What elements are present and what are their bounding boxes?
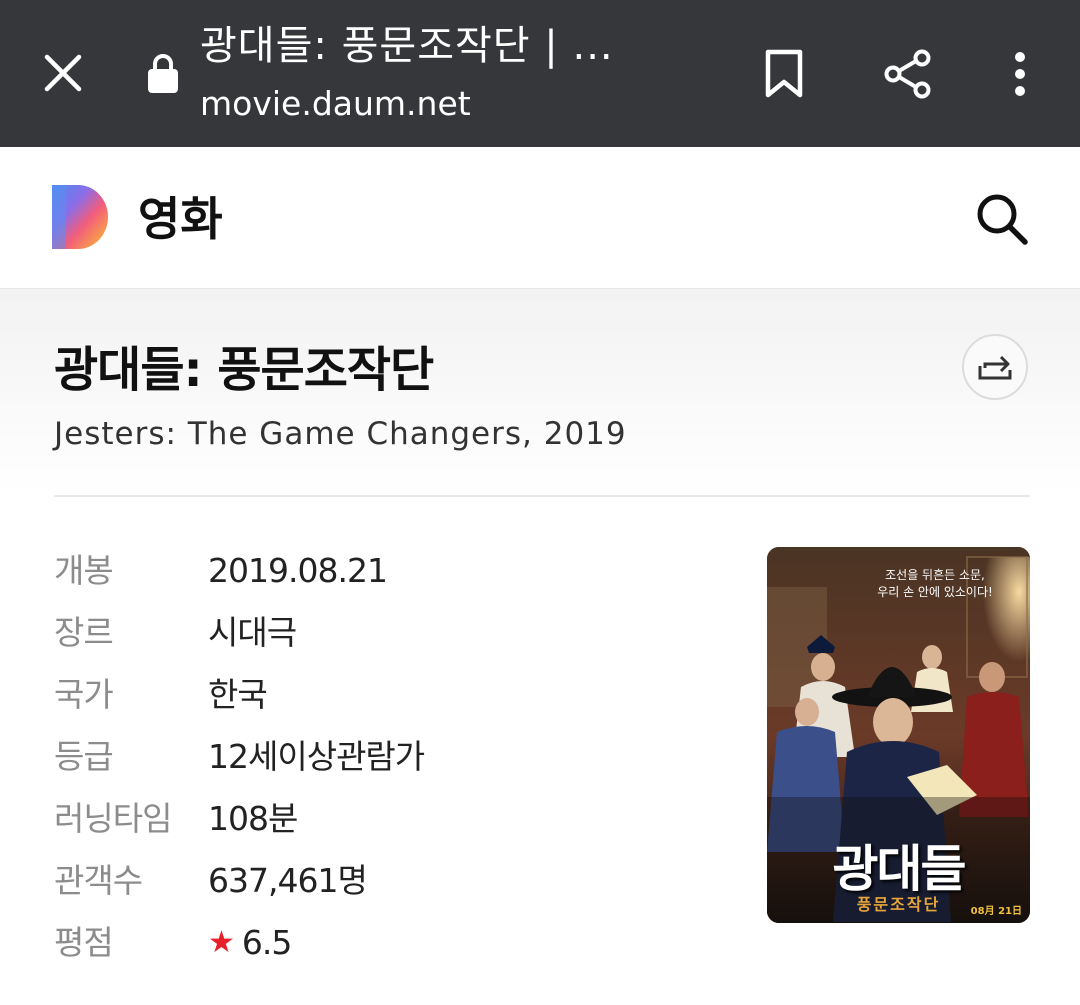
info-label: 러닝타임 [54,799,172,838]
info-row-runtime: 러닝타임 108분 [54,788,734,850]
divider [54,495,1030,497]
info-label: 개봉 [54,551,114,590]
share-arrow-icon [978,355,1012,380]
movie-share-button[interactable] [962,334,1028,400]
score-value: 6.5 [241,923,292,962]
search-icon [977,194,1028,245]
info-label: 등급 [54,737,114,776]
share-icon [884,49,931,99]
movie-poster[interactable]: 조선을 뒤흔든 소문, 우리 손 안에 있소이다! 광대들 풍문조작단 08月 … [767,547,1030,923]
star-icon: ★ [208,925,235,960]
poster-tagline: 조선을 뒤흔든 소문, 우리 손 안에 있소이다! [877,568,993,599]
info-value: 2019.08.21 [208,551,388,590]
close-button[interactable] [34,44,92,102]
search-button[interactable] [970,187,1034,251]
page-title[interactable]: 광대들: 풍문조작단 | ... [200,18,700,74]
movie-info-list: 개봉 2019.08.21 장르 시대극 국가 한국 등급 12세이상관람가 러… [54,540,734,974]
movie-original-title: Jesters: The Game Changers, 2019 [54,416,627,452]
info-label: 국가 [54,675,114,714]
movie-heading: 광대들: 풍문조작단 Jesters: The Game Changers, 2… [0,289,1080,495]
info-value: 12세이상관람가 [208,737,425,776]
site-header: 영화 [0,147,1080,289]
bookmark-icon [765,49,803,98]
info-row-genre: 장르 시대극 [54,602,734,664]
info-row-rating-grade: 등급 12세이상관람가 [54,726,734,788]
info-value: 한국 [208,675,268,714]
info-value: 637,461명 [208,861,368,900]
daum-logo[interactable] [52,185,110,249]
info-label: 장르 [54,613,114,652]
info-label: 관객수 [54,861,143,900]
info-row-score: 평점 ★ 6.5 [54,912,734,974]
share-button[interactable] [878,44,938,104]
movie-title: 광대들: 풍문조작단 [54,342,434,398]
poster-release-date: 08月 21日 [970,906,1022,917]
section-title[interactable]: 영화 [138,191,223,247]
lock-icon [148,54,178,93]
close-icon [44,54,82,92]
info-label: 평점 [54,923,114,962]
info-row-audience: 관객수 637,461명 [54,850,734,912]
info-value: ★ 6.5 [208,912,292,974]
more-vertical-icon [1015,52,1025,96]
info-value: 108분 [208,799,298,838]
page-url[interactable]: movie.daum.net [200,80,471,128]
info-row-release: 개봉 2019.08.21 [54,540,734,602]
bookmark-button[interactable] [756,44,812,104]
browser-toolbar: 광대들: 풍문조작단 | ... movie.daum.net [0,0,1080,147]
info-row-country: 국가 한국 [54,664,734,726]
info-value: 시대극 [208,613,297,652]
more-options-button[interactable] [994,44,1046,104]
